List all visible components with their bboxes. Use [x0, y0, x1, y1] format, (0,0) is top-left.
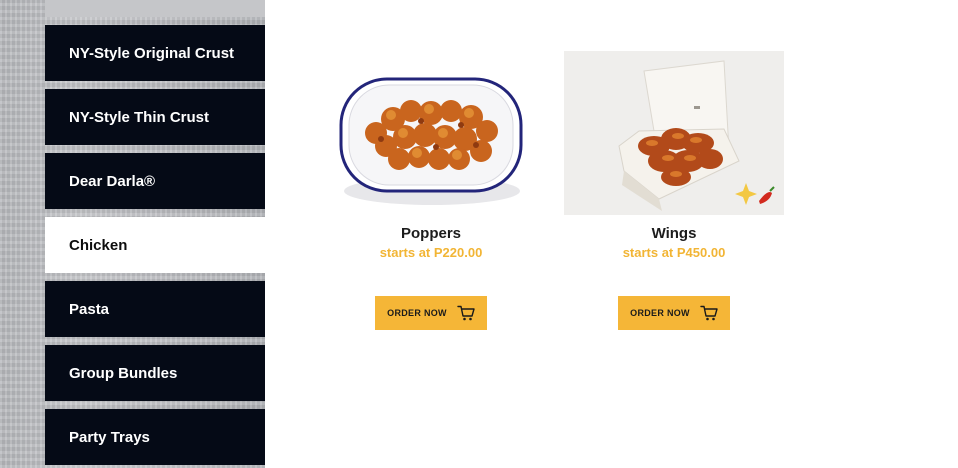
product-price: starts at P450.00 — [622, 245, 726, 260]
page: NY-Style Original Crust NY-Style Thin Cr… — [0, 0, 958, 468]
sidebar-item-ny-style-thin-crust[interactable]: NY-Style Thin Crust — [45, 89, 265, 145]
sidebar-item-ny-style-original-crust[interactable]: NY-Style Original Crust — [45, 25, 265, 81]
sidebar-item-label: NY-Style Original Crust — [69, 44, 235, 62]
sidebar-item-pasta[interactable]: Pasta — [45, 281, 265, 337]
order-now-label: ORDER NOW — [387, 308, 447, 318]
cart-icon — [457, 305, 475, 321]
wings-box-image[interactable] — [564, 51, 784, 215]
product-name[interactable]: Wings — [564, 225, 784, 242]
sidebar-item-label: NY-Style Thin Crust — [69, 108, 210, 126]
sidebar-item-label: Group Bundles — [69, 364, 178, 382]
sidebar-item-chicken[interactable]: Chicken — [45, 217, 265, 273]
order-now-label: ORDER NOW — [630, 308, 690, 318]
sidebar-item-dear-darla[interactable]: Dear Darla® — [45, 153, 265, 209]
sidebar-item-label: Party Trays — [69, 428, 150, 446]
product-card-wings: Wings starts at P450.00 ORDER NOW — [564, 51, 784, 330]
sidebar-item-label: Dear Darla® — [69, 172, 156, 190]
cart-icon — [700, 305, 718, 321]
order-now-button[interactable]: ORDER NOW — [375, 296, 487, 330]
product-name[interactable]: Poppers — [321, 225, 541, 242]
poppers-bowl-image[interactable] — [321, 51, 541, 215]
category-nav: NY-Style Original Crust NY-Style Thin Cr… — [45, 25, 265, 468]
sidebar-item-label: Chicken — [69, 236, 128, 254]
product-card-poppers: Poppers starts at P220.00 ORDER NOW — [321, 51, 541, 330]
sidebar-top-strip — [45, 0, 265, 17]
sidebar-item-party-trays[interactable]: Party Trays — [45, 409, 265, 465]
sidebar-item-group-bundles[interactable]: Group Bundles — [45, 345, 265, 401]
order-now-button[interactable]: ORDER NOW — [618, 296, 730, 330]
sidebar-item-label: Pasta — [69, 300, 110, 318]
product-price: starts at P220.00 — [379, 245, 483, 260]
